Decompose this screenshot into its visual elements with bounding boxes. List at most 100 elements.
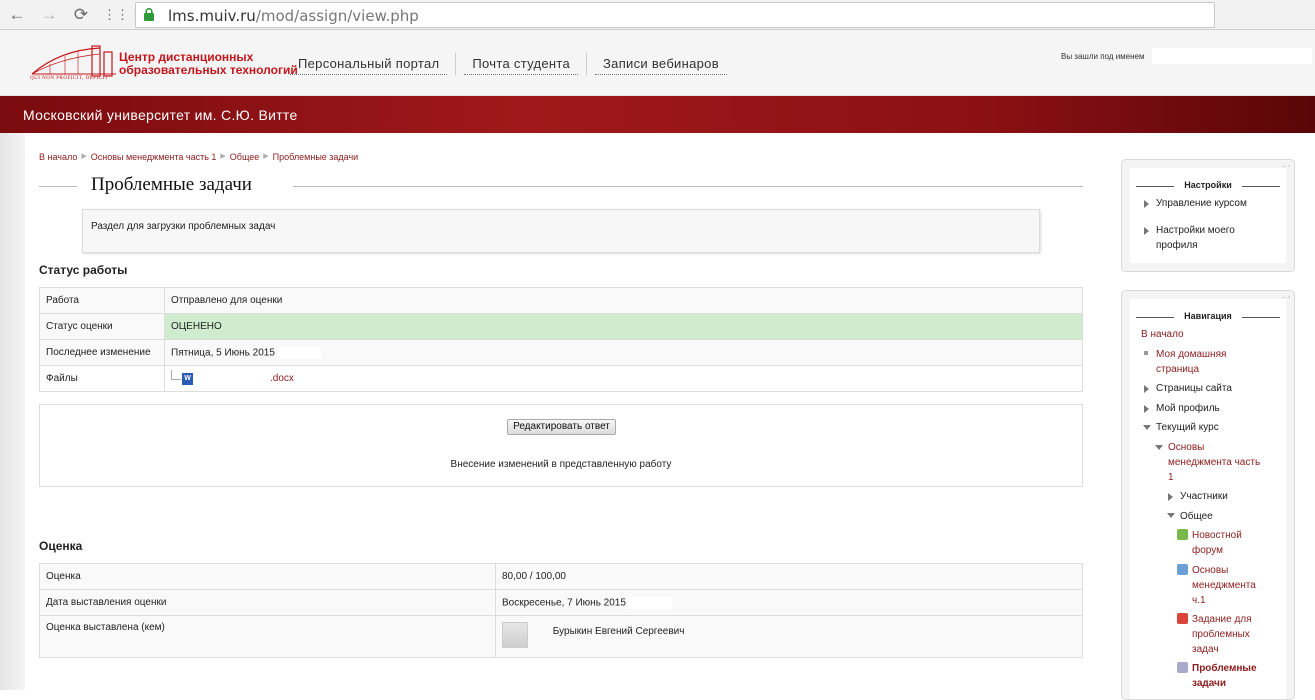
nav-site-pages[interactable]: Страницы сайта (1156, 381, 1232, 396)
left-gutter (0, 133, 25, 690)
nav-home[interactable]: В начало (1141, 327, 1184, 342)
menu-student-mail[interactable]: Почта студента (464, 56, 579, 75)
breadcrumb: В начало ▶ Основы менеджмента часть 1 ▶ … (39, 152, 358, 162)
assignment-icon (1177, 613, 1188, 624)
reload-icon[interactable]: ⟳ (70, 4, 92, 26)
breadcrumb-home[interactable]: В начало (39, 152, 77, 162)
assignment-icon (1177, 662, 1188, 673)
breadcrumb-section[interactable]: Общее (230, 152, 259, 162)
settings-title: Настройки (1130, 180, 1286, 190)
nav-assignment[interactable]: Задание для проблемных задач (1192, 612, 1252, 657)
site-header: Центр дистанционных образовательных техн… (0, 30, 1315, 96)
row-label: Статус оценки (39, 313, 165, 340)
breadcrumb-course[interactable]: Основы менеджмента часть 1 (91, 152, 217, 162)
apps-icon[interactable]: ⋮⋮⋮ (103, 4, 142, 26)
row-value: W .docx (164, 365, 1083, 392)
expand-arrow-icon[interactable] (1144, 405, 1149, 413)
row-label: Оценка (39, 563, 496, 590)
redacted-time (276, 346, 321, 359)
row-value: Отправлено для оценки (164, 287, 1083, 314)
table-row: Оценка выставлена (кем) Бурыкин Евгений … (39, 615, 1083, 658)
breadcrumb-arrow-icon: ▶ (81, 153, 87, 160)
grade-heading: Оценка (39, 539, 83, 553)
collapse-arrow-icon[interactable] (1167, 513, 1175, 518)
university-banner: Московский университет им. С.Ю. Витте (0, 96, 1315, 133)
page-title-row: Проблемные задачи (39, 173, 1083, 199)
address-bar[interactable]: lms.muiv.ru/mod/assign/view.php (135, 2, 1215, 28)
menu-personal-portal[interactable]: Персональный портал (290, 56, 448, 75)
settings-block: – ▫ Настройки Управление курсом Настройк… (1121, 159, 1295, 272)
title-rule (39, 186, 77, 187)
bullet-icon (1144, 351, 1148, 355)
intro-box: Раздел для загрузки проблемных задач (82, 209, 1040, 253)
nav-general[interactable]: Общее (1180, 509, 1213, 524)
file-link[interactable]: .docx (270, 373, 294, 384)
grader-name: Бурыкин Евгений Сергеевич (552, 626, 685, 637)
login-info: Вы зашли под именем (1061, 52, 1145, 61)
table-row: Статус оценки ОЦЕНЕНО (39, 313, 1083, 340)
banner-title[interactable]: Московский университет им. С.Ю. Витте (23, 107, 298, 123)
back-icon[interactable]: ← (6, 4, 28, 26)
avatar[interactable] (502, 622, 528, 648)
edit-note: Внесение изменений в представленную рабо… (450, 459, 672, 470)
row-label: Работа (39, 287, 165, 314)
expand-arrow-icon[interactable] (1144, 227, 1149, 235)
intro-text: Раздел для загрузки проблемных задач (91, 221, 276, 232)
login-name-redacted (1152, 48, 1312, 64)
menu-webinar-records[interactable]: Записи вебинаров (595, 56, 727, 75)
menu-divider (455, 53, 457, 75)
top-menu: Персональный портал Почта студента Запис… (290, 53, 727, 75)
grading-status-value: ОЦЕНЕНО (164, 313, 1083, 340)
row-label: Последнее изменение (39, 339, 165, 366)
tree-line (171, 369, 181, 380)
row-label: Дата выставления оценки (39, 589, 496, 616)
redacted-filename (195, 372, 270, 385)
graded-date-value: Воскресенье, 7 Июнь 2015 (502, 597, 626, 609)
word-file-icon: W (182, 372, 193, 385)
last-modified-value: Пятница, 5 Июнь 2015 (171, 347, 275, 359)
grade-table: Оценка 80,00 / 100,00 Дата выставления о… (39, 563, 1083, 658)
navigation-block: – ▫ Навигация В начало Моя домашняя стра… (1121, 290, 1295, 700)
breadcrumb-arrow-icon: ▶ (220, 153, 226, 160)
expand-arrow-icon[interactable] (1168, 493, 1173, 501)
forward-icon[interactable]: → (38, 4, 60, 26)
row-value: Воскресенье, 7 Июнь 2015 (495, 589, 1083, 616)
page-title: Проблемные задачи (91, 174, 252, 195)
collapse-arrow-icon[interactable] (1155, 445, 1163, 450)
nav-my-home[interactable]: Моя домашняя страница (1156, 347, 1226, 377)
lock-icon (144, 8, 154, 21)
nav-resource[interactable]: Основы менеджмента ч.1 (1192, 563, 1256, 608)
browser-toolbar: ← → ⟳ ⋮⋮⋮ lms.muiv.ru/mod/assign/view.ph… (0, 0, 1315, 30)
edit-submission-box: Редактировать ответ Внесение изменений в… (39, 404, 1083, 487)
nav-current-course[interactable]: Текущий курс (1156, 420, 1219, 435)
nav-participants[interactable]: Участники (1180, 489, 1228, 504)
table-row: Работа Отправлено для оценки (39, 287, 1083, 314)
logo-text[interactable]: Центр дистанционных образовательных техн… (119, 51, 298, 77)
row-value: Бурыкин Евгений Сергеевич (495, 615, 1083, 658)
resource-icon (1177, 564, 1188, 575)
settings-my-profile[interactable]: Настройки моего профиля (1156, 223, 1235, 253)
status-table: Работа Отправлено для оценки Статус оцен… (39, 287, 1083, 392)
nav-current-assignment[interactable]: Проблемные задачи (1192, 661, 1257, 691)
table-row: Оценка 80,00 / 100,00 (39, 563, 1083, 590)
forum-icon (1177, 529, 1188, 540)
redacted-time (627, 596, 672, 609)
table-row: Файлы W .docx (39, 365, 1083, 392)
expand-arrow-icon[interactable] (1144, 385, 1149, 393)
edit-submission-button[interactable]: Редактировать ответ (507, 419, 616, 435)
grade-value: 80,00 / 100,00 (495, 563, 1083, 590)
row-label: Оценка выставлена (кем) (39, 615, 496, 658)
expand-arrow-icon[interactable] (1144, 200, 1149, 208)
menu-divider (586, 53, 588, 75)
logo-motto: QUI NON PROFICIT, DEFICIT (30, 76, 109, 81)
breadcrumb-current[interactable]: Проблемные задачи (273, 152, 359, 162)
collapse-arrow-icon[interactable] (1143, 425, 1151, 430)
settings-course-admin[interactable]: Управление курсом (1156, 196, 1247, 211)
table-row: Последнее изменение Пятница, 5 Июнь 2015 (39, 339, 1083, 366)
nav-my-profile[interactable]: Мой профиль (1156, 401, 1220, 416)
navigation-title: Навигация (1130, 311, 1286, 321)
url-text: lms.muiv.ru/mod/assign/view.php (168, 7, 419, 25)
row-label: Файлы (39, 365, 165, 392)
nav-news-forum[interactable]: Новостной форум (1192, 528, 1242, 558)
nav-course[interactable]: Основы менеджмента часть 1 (1168, 440, 1260, 485)
